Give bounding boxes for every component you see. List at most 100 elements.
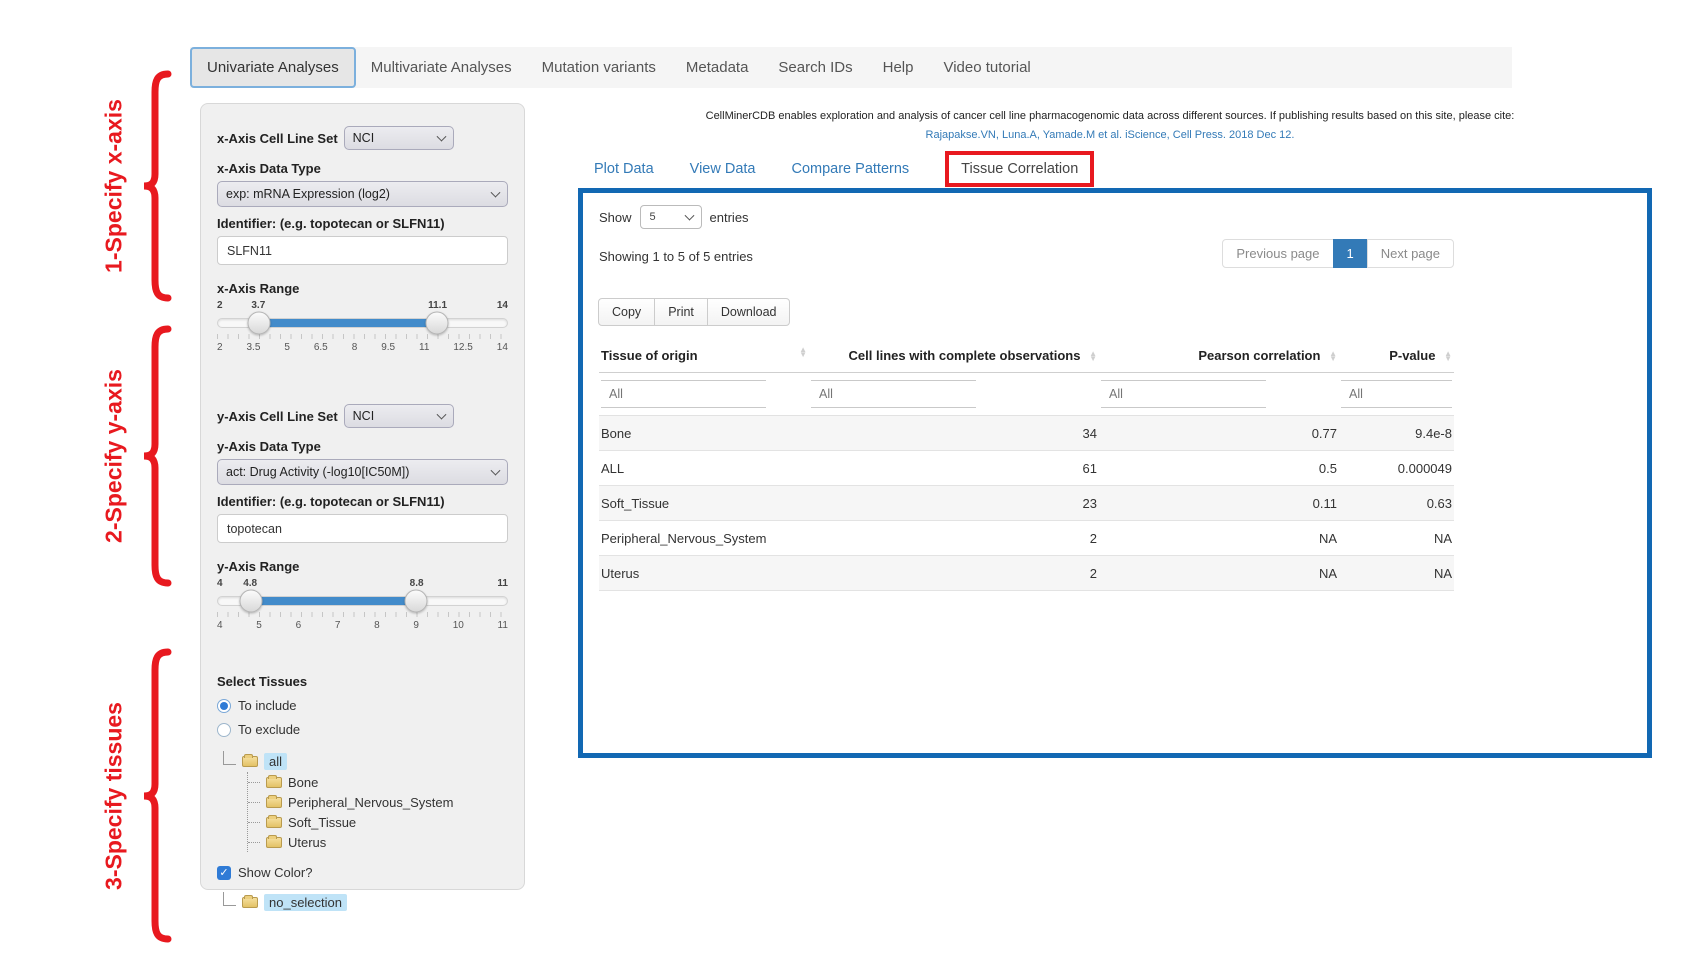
download-button[interactable]: Download [707, 298, 791, 326]
tissue-cell: Uterus [599, 556, 809, 591]
tissue-cell: Soft_Tissue [599, 486, 809, 521]
filter-cell-lines-input[interactable] [811, 380, 976, 408]
p-value-cell: NA [1339, 556, 1454, 591]
pearson-cell: 0.11 [1099, 486, 1339, 521]
previous-page-button[interactable]: Previous page [1222, 239, 1333, 268]
citation-text: CellMinerCDB enables exploration and ana… [560, 110, 1660, 122]
x-slider-low-handle[interactable] [248, 312, 271, 335]
filter-tissue-input[interactable] [601, 380, 766, 408]
x-axis-range-slider[interactable]: 2 3.7 11.1 14 2 3.5 5 6.5 8 9.5 11 12.5 … [217, 300, 508, 362]
tab-plot-data[interactable]: Plot Data [594, 161, 654, 177]
pearson-cell: 0.5 [1099, 451, 1339, 486]
cell-lines-cell: 2 [809, 521, 1099, 556]
tab-tissue-correlation[interactable]: Tissue Correlation [961, 161, 1078, 177]
column-header-pearson-correlation[interactable]: Pearson correlation ▲▼ [1099, 340, 1339, 373]
y-slider-fill [251, 597, 416, 605]
y-slider-tick-labels: 4 5 6 7 8 9 10 11 [217, 620, 508, 631]
sort-icon[interactable]: ▲▼ [799, 348, 807, 358]
tissues-include-radio[interactable]: To include [217, 698, 508, 713]
page-1-button[interactable]: 1 [1333, 239, 1368, 268]
tissue-tree: all Bone Peripheral_Nervous_System Soft_… [223, 751, 508, 852]
tree-node-no-selection[interactable]: no_selection [223, 892, 508, 913]
pearson-cell: 0.77 [1099, 416, 1339, 451]
y-slider-low-handle[interactable] [239, 590, 262, 613]
folder-icon [242, 756, 258, 767]
citation-link[interactable]: Rajapakse.VN, Luna.A, Yamade.M et al. iS… [560, 129, 1660, 141]
tree-node-uterus[interactable]: Uterus [248, 832, 508, 852]
tissues-exclude-radio[interactable]: To exclude [217, 722, 508, 737]
nav-univariate-analyses[interactable]: Univariate Analyses [190, 47, 356, 88]
annotation-step2-label: 2-Specify y-axis [101, 369, 128, 543]
tree-node-bone[interactable]: Bone [248, 772, 508, 792]
x-range-high-handle-label: 11.1 [428, 300, 447, 311]
sort-icon[interactable]: ▲▼ [1329, 352, 1337, 362]
tree-node-soft-tissue[interactable]: Soft_Tissue [248, 812, 508, 832]
sort-icon[interactable]: ▲▼ [1444, 352, 1452, 362]
x-slider-ticks [217, 334, 508, 339]
column-header-label: P-value [1389, 348, 1435, 363]
tree-node-all-label: all [264, 753, 287, 770]
x-slider-track[interactable] [217, 318, 508, 328]
cell-lines-cell: 34 [809, 416, 1099, 451]
show-color-checkbox[interactable]: ✓ Show Color? [217, 865, 508, 880]
tree-connector-icon [223, 751, 236, 765]
y-slider-track[interactable] [217, 596, 508, 606]
p-value-cell: NA [1339, 521, 1454, 556]
nav-search-ids[interactable]: Search IDs [763, 47, 867, 88]
tick-label: 11 [419, 342, 429, 353]
y-axis-data-type-select[interactable]: act: Drug Activity (-log10[IC50M]) [217, 459, 508, 485]
tissue-cell: Bone [599, 416, 809, 451]
x-slider-tick-labels: 2 3.5 5 6.5 8 9.5 11 12.5 14 [217, 342, 508, 353]
y-range-min-label: 4 [217, 578, 223, 589]
nav-metadata[interactable]: Metadata [671, 47, 764, 88]
tick-label: 2 [217, 342, 223, 353]
column-header-tissue-of-origin[interactable]: Tissue of origin ▲▼ [599, 340, 809, 373]
tick-label: 5 [284, 342, 290, 353]
tick-label: 7 [335, 620, 341, 631]
table-row: Peripheral_Nervous_System 2 NA NA [599, 521, 1454, 556]
tab-view-data[interactable]: View Data [690, 161, 756, 177]
entries-count-select[interactable]: 5 [640, 205, 702, 229]
folder-icon [266, 797, 282, 808]
filter-p-value-input[interactable] [1341, 380, 1452, 408]
tissue-cell: ALL [599, 451, 809, 486]
column-header-label: Pearson correlation [1198, 348, 1320, 363]
print-button[interactable]: Print [654, 298, 708, 326]
x-axis-cell-line-set-select[interactable]: NCI [344, 126, 454, 150]
tick-label: 14 [497, 342, 508, 353]
radio-selected-icon [217, 699, 231, 713]
x-slider-high-handle[interactable] [426, 312, 449, 335]
nav-help[interactable]: Help [868, 47, 929, 88]
filter-pearson-input[interactable] [1101, 380, 1266, 408]
copy-button[interactable]: Copy [598, 298, 655, 326]
nav-multivariate-analyses[interactable]: Multivariate Analyses [356, 47, 527, 88]
top-navigation: Univariate Analyses Multivariate Analyse… [190, 47, 1512, 88]
tab-compare-patterns[interactable]: Compare Patterns [791, 161, 909, 177]
nav-video-tutorial[interactable]: Video tutorial [928, 47, 1045, 88]
p-value-cell: 9.4e-8 [1339, 416, 1454, 451]
x-axis-identifier-input[interactable] [217, 236, 508, 265]
y-axis-slider-labels: 4 4.8 8.8 11 [217, 578, 508, 592]
pearson-cell: NA [1099, 521, 1339, 556]
y-axis-cell-line-set-select[interactable]: NCI [344, 404, 454, 428]
tick-label: 8 [352, 342, 358, 353]
y-slider-high-handle[interactable] [405, 590, 428, 613]
chevron-down-icon [684, 211, 694, 221]
y-range-high-handle-label: 8.8 [410, 578, 424, 589]
column-header-label: Cell lines with complete observations [849, 348, 1081, 363]
column-header-p-value[interactable]: P-value ▲▼ [1339, 340, 1454, 373]
table-export-buttons: Copy Print Download [599, 298, 1631, 326]
column-header-cell-lines[interactable]: Cell lines with complete observations ▲▼ [809, 340, 1099, 373]
tick-label: 9.5 [381, 342, 395, 353]
next-page-button[interactable]: Next page [1367, 239, 1454, 268]
tree-node-peripheral-nervous-system[interactable]: Peripheral_Nervous_System [248, 792, 508, 812]
tree-node-all[interactable]: all [223, 751, 508, 772]
y-axis-identifier-input[interactable] [217, 514, 508, 543]
x-axis-data-type-select[interactable]: exp: mRNA Expression (log2) [217, 181, 508, 207]
tick-label: 6.5 [314, 342, 328, 353]
y-axis-range-slider[interactable]: 4 4.8 8.8 11 4 5 6 7 8 9 10 11 [217, 578, 508, 640]
sort-icon[interactable]: ▲▼ [1089, 352, 1097, 362]
nav-mutation-variants[interactable]: Mutation variants [527, 47, 671, 88]
red-bracket-icon [136, 325, 172, 587]
x-slider-fill [259, 319, 437, 327]
